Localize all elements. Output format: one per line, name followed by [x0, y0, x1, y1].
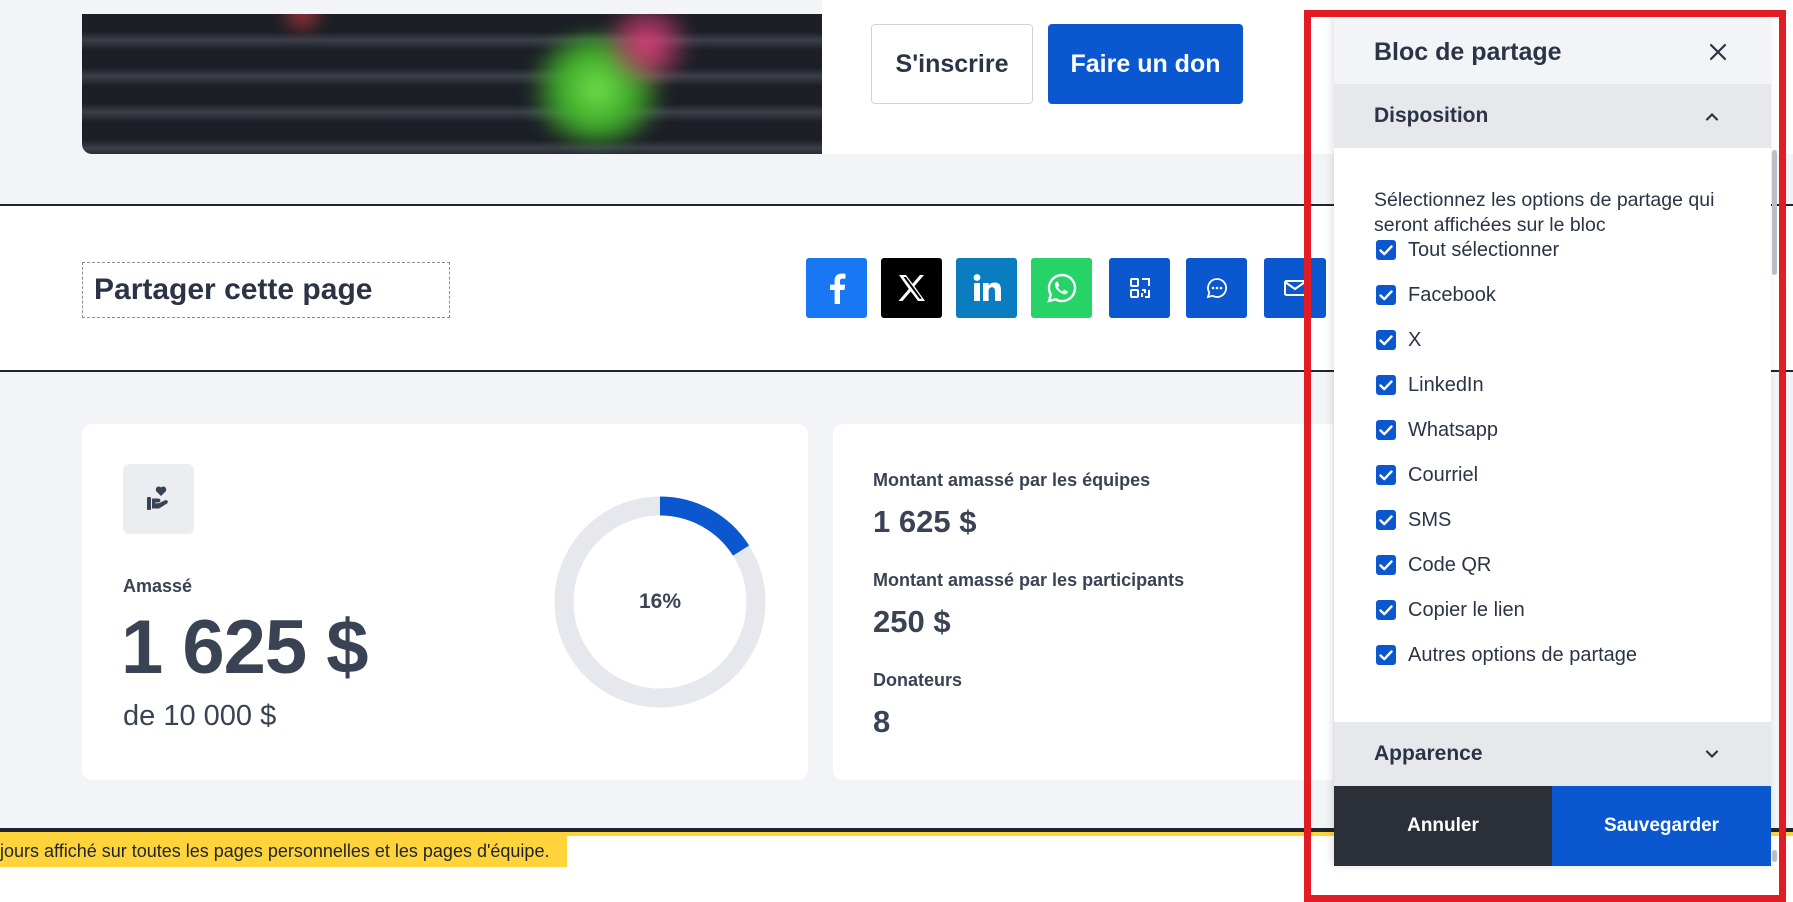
checkmark-icon — [1379, 514, 1393, 525]
share-option-label: Facebook — [1408, 283, 1496, 306]
sms-share-button[interactable] — [1186, 258, 1247, 318]
email-share-button[interactable] — [1264, 258, 1326, 318]
hand-heart-icon — [146, 486, 168, 510]
share-option-label: Whatsapp — [1408, 418, 1499, 441]
share-block-panel: Bloc de partage Disposition Sélectionnez… — [1334, 14, 1771, 866]
share-option-checkbox[interactable] — [1376, 510, 1396, 530]
share-option-checkbox[interactable] — [1376, 375, 1396, 395]
share-option-label: SMS — [1408, 508, 1452, 531]
checkmark-icon — [1379, 289, 1393, 300]
share-option-row[interactable]: Code QR — [1376, 551, 1491, 579]
share-option-row[interactable]: Tout sélectionner — [1376, 236, 1559, 264]
share-option-row[interactable]: Facebook — [1376, 281, 1496, 309]
participants-amount: 250 $ — [873, 604, 951, 639]
share-option-checkbox[interactable] — [1376, 285, 1396, 305]
participants-label: Montant amassé par les participants — [873, 570, 1185, 590]
share-option-row[interactable]: Copier le lien — [1376, 596, 1525, 624]
share-options-description: Sélectionnez les options de partage qui … — [1374, 189, 1715, 236]
share-option-checkbox[interactable] — [1376, 555, 1396, 575]
raised-card: Amassé 1 625 $ de 10 000 $ 16% — [82, 424, 808, 780]
panel-scrollbar[interactable] — [1772, 150, 1777, 275]
checkmark-icon — [1379, 649, 1393, 660]
share-option-checkbox[interactable] — [1376, 330, 1396, 350]
share-option-row[interactable]: X — [1376, 326, 1421, 354]
chevron-down-icon — [1700, 742, 1724, 766]
goal-amount: de 10 000 $ — [123, 700, 277, 732]
chevron-up-icon — [1700, 104, 1724, 128]
checkmark-icon — [1379, 424, 1393, 435]
panel-header: Bloc de partage — [1334, 14, 1771, 84]
layout-section-toggle[interactable]: Disposition — [1334, 84, 1771, 148]
donate-button[interactable]: Faire un don — [1048, 24, 1243, 104]
linkedin-share-button[interactable] — [956, 258, 1017, 318]
share-option-label: Tout sélectionner — [1408, 238, 1560, 261]
save-button[interactable]: Sauvegarder — [1552, 786, 1771, 866]
donation-icon-box — [123, 464, 194, 534]
page: S'inscrire Faire un don Partager cette p… — [0, 0, 1793, 902]
share-title[interactable]: Partager cette page — [82, 262, 450, 318]
teams-amount: 1 625 $ — [873, 504, 977, 539]
donors-count: 8 — [873, 704, 891, 739]
share-option-checkbox[interactable] — [1376, 465, 1396, 485]
qr-code-share-button[interactable] — [1109, 258, 1170, 318]
checkmark-icon — [1379, 244, 1393, 255]
sms-icon — [1206, 278, 1227, 299]
signup-button[interactable]: S'inscrire — [871, 24, 1033, 104]
share-option-label: Copier le lien — [1408, 598, 1525, 621]
cancel-button[interactable]: Annuler — [1334, 786, 1552, 866]
raised-label: Amassé — [123, 576, 193, 596]
checkmark-icon — [1379, 604, 1393, 615]
share-option-checkbox[interactable] — [1376, 645, 1396, 665]
share-option-label: X — [1408, 328, 1422, 351]
whatsapp-share-button[interactable] — [1031, 258, 1092, 318]
layout-section-title: Disposition — [1374, 104, 1489, 127]
checkmark-icon — [1379, 379, 1393, 390]
close-panel-button[interactable] — [1700, 34, 1736, 70]
notice-text: jours affiché sur toutes les pages perso… — [0, 836, 567, 867]
breakdown-card: Montant amassé par les équipes 1 625 $ M… — [833, 424, 1333, 780]
teams-label: Montant amassé par les équipes — [873, 470, 1151, 490]
panel-scrollbar-end[interactable] — [1772, 850, 1777, 862]
share-option-label: Code QR — [1408, 553, 1492, 576]
qr-code-icon — [1129, 278, 1150, 298]
checkmark-icon — [1379, 334, 1393, 345]
linkedin-icon — [973, 274, 1001, 301]
email-icon — [1284, 280, 1306, 296]
panel-title: Bloc de partage — [1374, 38, 1562, 66]
hero-image — [82, 14, 822, 154]
share-option-checkbox[interactable] — [1376, 240, 1396, 260]
facebook-share-button[interactable] — [806, 258, 867, 318]
donors-label: Donateurs — [873, 670, 963, 690]
share-option-row[interactable]: Autres options de partage — [1376, 641, 1637, 669]
share-option-checkbox[interactable] — [1376, 420, 1396, 440]
appearance-section-toggle[interactable]: Apparence — [1334, 722, 1771, 786]
layout-section-body: Sélectionnez les options de partage qui … — [1334, 148, 1771, 736]
appearance-section-title: Apparence — [1374, 742, 1483, 765]
share-option-row[interactable]: SMS — [1376, 506, 1451, 534]
x-share-button[interactable] — [881, 258, 942, 318]
raised-amount: 1 625 $ — [121, 605, 369, 690]
share-option-row[interactable]: Whatsapp — [1376, 416, 1498, 444]
close-icon — [1709, 43, 1727, 61]
share-option-row[interactable]: LinkedIn — [1376, 371, 1484, 399]
progress-percent: 16% — [638, 590, 682, 613]
share-option-label: Autres options de partage — [1408, 643, 1638, 666]
facebook-icon — [829, 273, 845, 304]
share-option-checkbox[interactable] — [1376, 600, 1396, 620]
share-option-label: LinkedIn — [1408, 373, 1484, 396]
share-option-row[interactable]: Courriel — [1376, 461, 1478, 489]
whatsapp-icon — [1046, 273, 1076, 303]
share-option-label: Courriel — [1408, 463, 1479, 486]
checkmark-icon — [1379, 559, 1393, 570]
x-icon — [898, 275, 925, 301]
checkmark-icon — [1379, 469, 1393, 480]
